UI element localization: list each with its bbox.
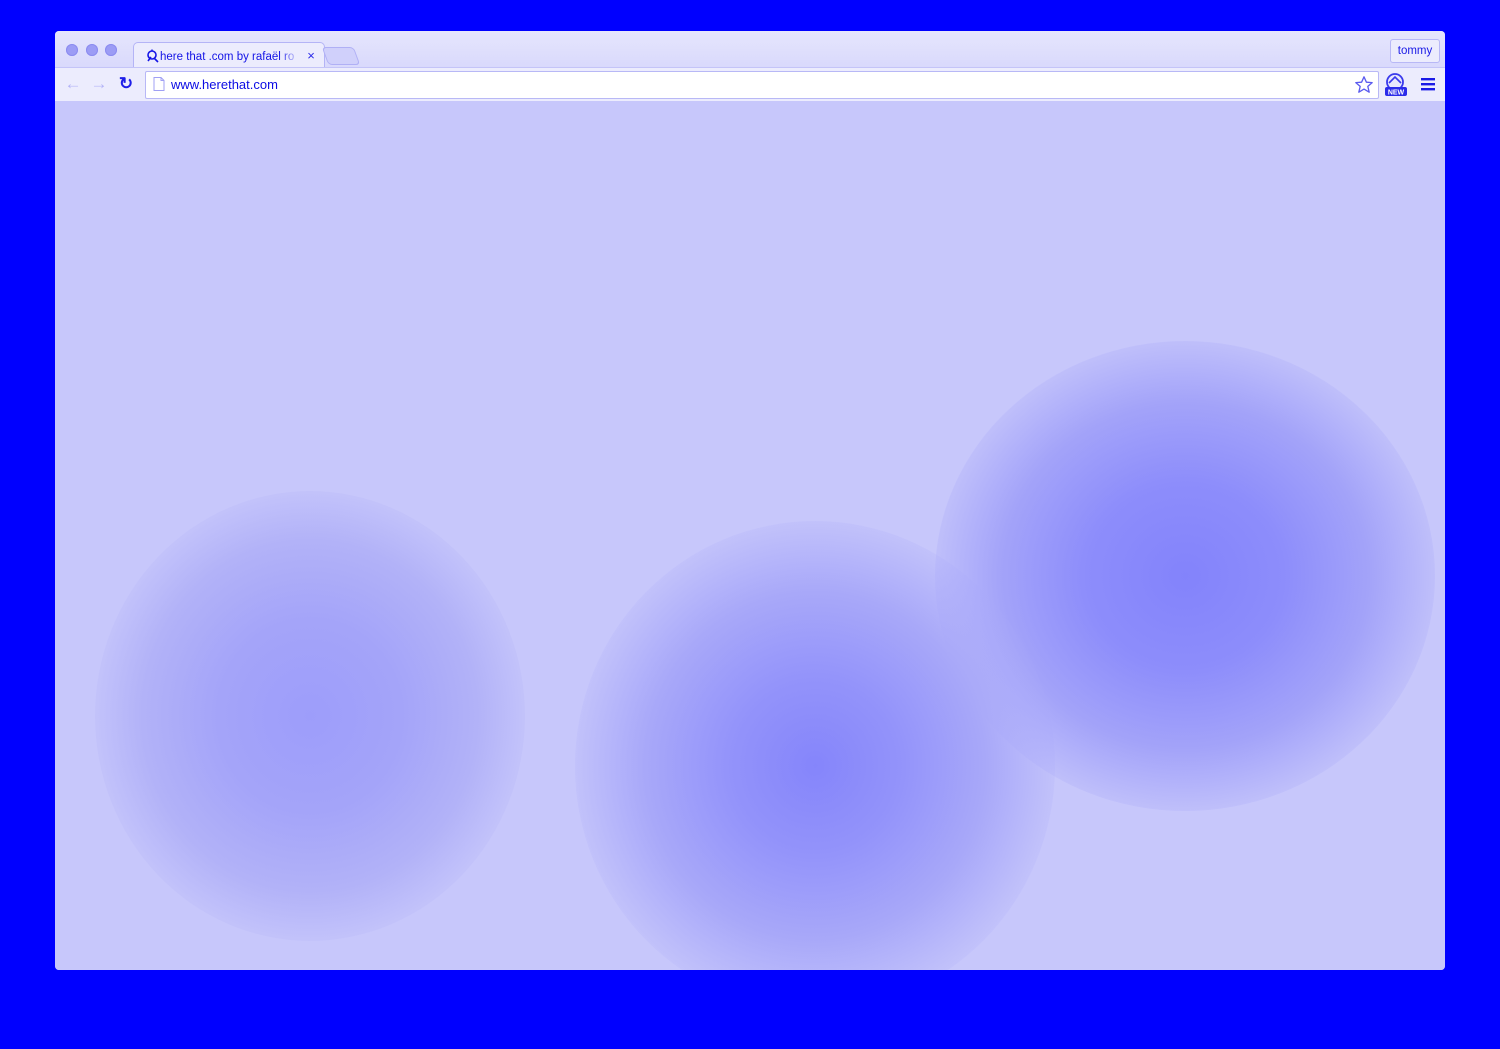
new-tab-button[interactable] bbox=[321, 47, 361, 65]
reload-icon[interactable]: ↻ bbox=[116, 74, 136, 94]
extension-new-icon[interactable]: NEW bbox=[1383, 72, 1409, 98]
browser-toolbar: ← → ↻ www.herethat.com NEW bbox=[55, 67, 1445, 102]
screenshot-stage: here that .com by rafaël ro × tommy ← → … bbox=[0, 0, 1500, 1049]
page-viewport[interactable] bbox=[55, 101, 1445, 970]
blurred-circle-left bbox=[95, 491, 525, 941]
browser-tab-active[interactable]: here that .com by rafaël ro × bbox=[133, 42, 325, 69]
window-minimize-button[interactable] bbox=[86, 44, 98, 56]
star-icon[interactable] bbox=[1354, 75, 1374, 95]
tab-title: here that .com by rafaël ro bbox=[160, 51, 295, 63]
address-bar[interactable]: www.herethat.com bbox=[145, 71, 1379, 99]
hamburger-menu-icon[interactable] bbox=[1419, 75, 1437, 93]
title-bar: here that .com by rafaël ro × tommy bbox=[55, 31, 1445, 69]
window-close-button[interactable] bbox=[66, 44, 78, 56]
herethat-favicon-icon bbox=[147, 49, 159, 63]
tab-close-button[interactable]: × bbox=[304, 48, 318, 64]
url-text[interactable]: www.herethat.com bbox=[171, 77, 278, 93]
page-icon bbox=[153, 77, 165, 91]
forward-arrow-icon[interactable]: → bbox=[89, 74, 109, 94]
extension-badge-text: NEW bbox=[1388, 90, 1405, 97]
profile-button[interactable]: tommy bbox=[1390, 39, 1440, 63]
browser-window: here that .com by rafaël ro × tommy ← → … bbox=[55, 31, 1445, 970]
back-arrow-icon[interactable]: ← bbox=[63, 74, 83, 94]
window-maximize-button[interactable] bbox=[105, 44, 117, 56]
